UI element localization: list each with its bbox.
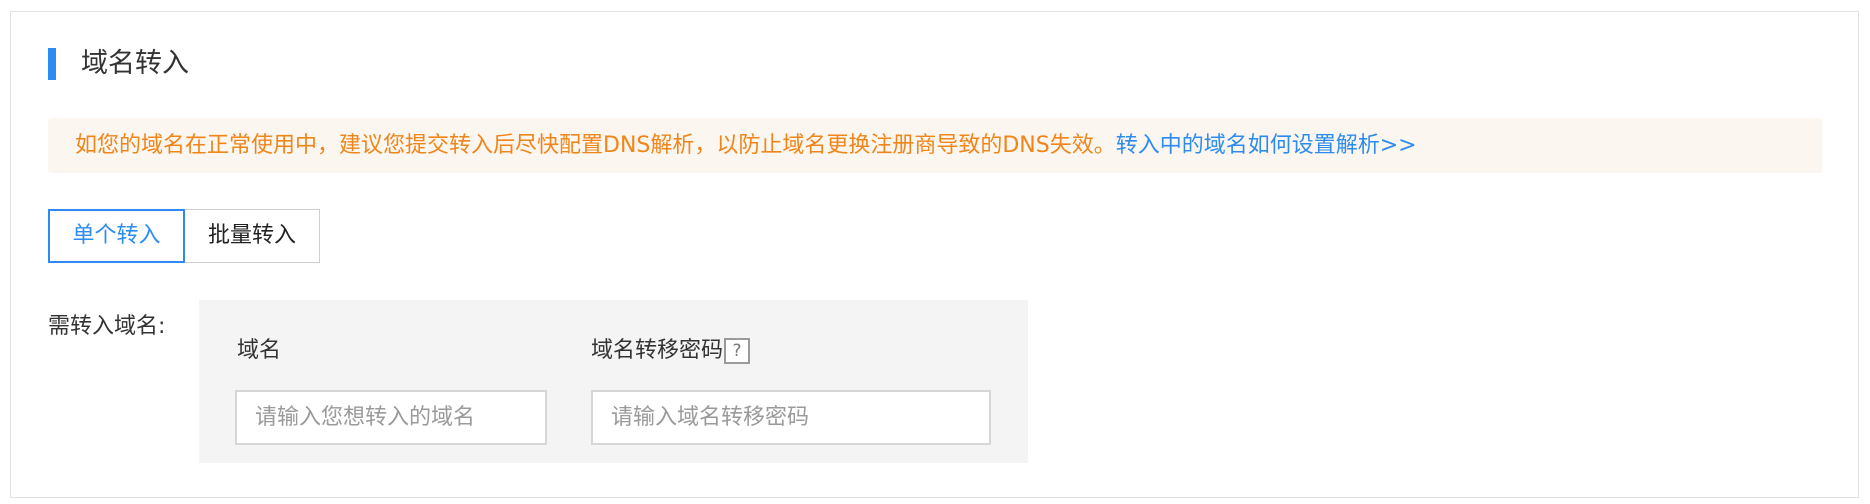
transfer-mode-tabs: 单个转入 批量转入 xyxy=(48,209,320,263)
title-accent-bar xyxy=(48,48,56,80)
page-title: 域名转入 xyxy=(81,48,189,79)
tab-single-transfer[interactable]: 单个转入 xyxy=(48,209,185,263)
dns-notice-banner: 如您的域名在正常使用中，建议您提交转入后尽快配置DNS解析，以防止域名更换注册商… xyxy=(48,118,1822,173)
transfer-code-column-header: 域名转移密码? xyxy=(591,334,751,368)
domain-column-header: 域名 xyxy=(237,338,282,363)
help-icon[interactable]: ? xyxy=(724,338,751,364)
transfer-form-box: 域名 域名转移密码? xyxy=(199,300,1028,463)
transfer-code-input[interactable] xyxy=(591,390,991,445)
tab-batch-transfer[interactable]: 批量转入 xyxy=(184,209,320,263)
transfer-code-label: 域名转移密码 xyxy=(591,338,724,363)
notice-warning-text: 如您的域名在正常使用中，建议您提交转入后尽快配置DNS解析，以防止域名更换注册商… xyxy=(75,133,1116,158)
domain-field-label: 需转入域名: xyxy=(48,314,166,339)
dns-help-link[interactable]: 转入中的域名如何设置解析>> xyxy=(1116,133,1417,158)
domain-input[interactable] xyxy=(235,390,547,445)
